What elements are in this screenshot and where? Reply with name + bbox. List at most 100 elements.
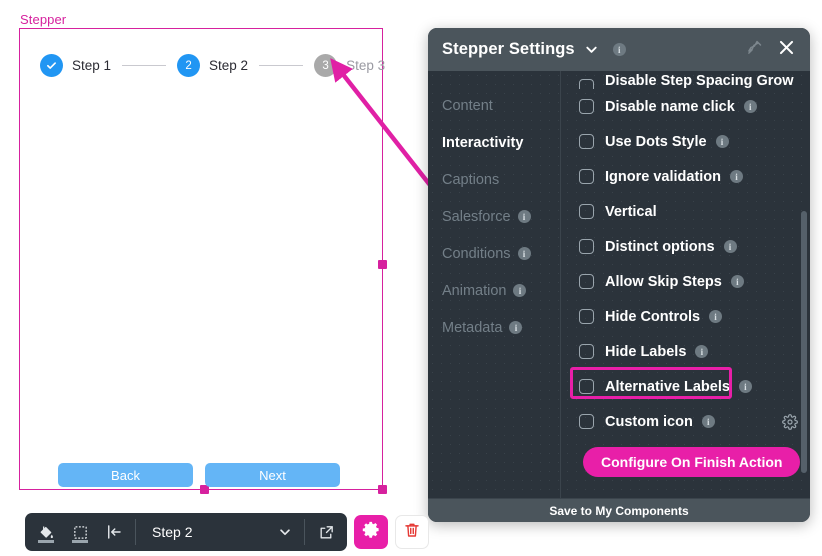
panel-nav-item-content[interactable]: Content xyxy=(428,87,560,124)
chevron-down-icon[interactable] xyxy=(278,525,292,539)
configure-on-finish-action-button[interactable]: Configure On Finish Action xyxy=(583,447,801,477)
selection-handle-bottom-right[interactable] xyxy=(378,485,387,494)
option-row-disable-step-spacing-grow[interactable]: Disable Step Spacing Grow xyxy=(579,71,798,89)
stepper-step-2[interactable]: 2 Step 2 xyxy=(177,54,248,77)
panel-header: Stepper Settings i xyxy=(428,28,810,71)
panel-scrollbar-thumb[interactable] xyxy=(801,211,807,473)
info-icon[interactable]: i xyxy=(612,43,626,56)
panel-title: Stepper Settings xyxy=(442,40,575,58)
checkbox-icon[interactable] xyxy=(579,204,594,219)
checkbox-icon[interactable] xyxy=(579,99,594,114)
option-row-vertical[interactable]: Vertical xyxy=(579,194,798,229)
step-select-dropdown[interactable]: Step 2 xyxy=(140,515,300,549)
step-2-label: Step 2 xyxy=(209,58,249,73)
step-connector-2 xyxy=(259,65,304,66)
options-scroll-container: Disable Step Spacing Grow Disable name c… xyxy=(570,71,801,477)
stepper-step-3[interactable]: 3 Step 3 xyxy=(314,54,385,77)
checkbox-icon[interactable] xyxy=(579,134,594,149)
info-icon[interactable]: i xyxy=(730,170,744,183)
info-icon[interactable]: i xyxy=(730,275,744,288)
checkbox-icon[interactable] xyxy=(579,414,594,429)
border-color-swatch[interactable] xyxy=(72,540,88,543)
option-row-hide-labels[interactable]: Hide Labels i xyxy=(579,334,798,369)
open-external-icon[interactable] xyxy=(309,515,343,549)
info-icon[interactable]: i xyxy=(517,247,531,260)
align-left-icon[interactable] xyxy=(97,515,131,549)
close-icon[interactable] xyxy=(777,38,796,62)
option-row-hide-controls[interactable]: Hide Controls i xyxy=(579,299,798,334)
option-row-ignore-validation[interactable]: Ignore validation i xyxy=(579,159,798,194)
info-icon[interactable]: i xyxy=(715,135,729,148)
info-icon[interactable]: i xyxy=(709,310,723,323)
panel-nav-label: Interactivity xyxy=(442,134,524,151)
option-row-disable-name-click[interactable]: Disable name click i xyxy=(579,89,798,124)
option-label: Distinct options xyxy=(605,238,715,255)
panel-nav-item-interactivity[interactable]: Interactivity xyxy=(428,124,560,161)
step-2-circle[interactable]: 2 xyxy=(177,54,201,77)
step-1-circle[interactable] xyxy=(40,54,63,77)
option-label: Ignore validation xyxy=(605,168,722,185)
option-row-distinct-options[interactable]: Distinct options i xyxy=(579,229,798,264)
panel-nav-item-metadata[interactable]: Metadata i xyxy=(428,309,560,346)
fill-color-swatch[interactable] xyxy=(38,540,54,543)
panel-scrollbar[interactable] xyxy=(801,71,807,498)
panel-header-actions xyxy=(746,38,796,62)
stepper-nav-buttons: Back Next xyxy=(58,463,340,487)
step-3-circle[interactable]: 3 xyxy=(314,54,338,77)
panel-nav-label: Animation xyxy=(442,282,507,299)
stepper-step-1[interactable]: Step 1 xyxy=(40,54,111,77)
stepper-settings-panel: Stepper Settings i Content Interactivity… xyxy=(428,28,810,522)
panel-nav-item-captions[interactable]: Captions xyxy=(428,161,560,198)
gear-icon[interactable] xyxy=(782,413,798,430)
checkbox-icon[interactable] xyxy=(579,344,594,359)
step-select-value: Step 2 xyxy=(152,524,193,540)
panel-nav-item-salesforce[interactable]: Salesforce i xyxy=(428,198,560,235)
save-to-my-components-button[interactable]: Save to My Components xyxy=(549,504,688,518)
next-button[interactable]: Next xyxy=(205,463,340,487)
checkbox-icon[interactable] xyxy=(579,309,594,324)
info-icon[interactable]: i xyxy=(513,284,527,297)
option-row-allow-skip-steps[interactable]: Allow Skip Steps i xyxy=(579,264,798,299)
border-box-icon[interactable] xyxy=(63,515,97,549)
option-label: Disable Step Spacing Grow xyxy=(605,73,794,89)
panel-nav-label: Conditions xyxy=(442,245,511,262)
delete-component-button[interactable] xyxy=(395,515,429,549)
bottom-toolbar: Step 2 xyxy=(25,513,429,551)
info-icon[interactable]: i xyxy=(701,415,715,428)
option-row-alternative-labels[interactable]: Alternative Labels i xyxy=(570,367,798,404)
gear-icon xyxy=(362,520,381,544)
panel-nav-item-conditions[interactable]: Conditions i xyxy=(428,235,560,272)
info-icon[interactable]: i xyxy=(517,210,531,223)
info-icon[interactable]: i xyxy=(723,240,737,253)
chevron-down-icon[interactable] xyxy=(584,42,599,57)
info-icon[interactable]: i xyxy=(695,345,709,358)
pin-icon[interactable] xyxy=(746,39,763,61)
panel-nav-label: Content xyxy=(442,97,493,114)
checkbox-icon[interactable] xyxy=(579,239,594,254)
checkbox-icon[interactable] xyxy=(579,274,594,289)
option-row-custom-icon[interactable]: Custom icon i xyxy=(579,404,798,439)
paint-bucket-icon[interactable] xyxy=(29,515,63,549)
panel-nav-label: Metadata xyxy=(442,319,503,336)
option-label: Disable name click xyxy=(605,98,735,115)
checkbox-icon[interactable] xyxy=(579,79,594,89)
panel-options-list: Disable Step Spacing Grow Disable name c… xyxy=(561,71,810,498)
option-row-use-dots-style[interactable]: Use Dots Style i xyxy=(579,124,798,159)
checkbox-icon[interactable] xyxy=(579,169,594,184)
panel-nav-item-animation[interactable]: Animation i xyxy=(428,272,560,309)
info-icon[interactable]: i xyxy=(743,100,757,113)
back-button[interactable]: Back xyxy=(58,463,193,487)
option-label: Custom icon xyxy=(605,413,693,430)
step-3-label: Step 3 xyxy=(346,58,386,73)
info-icon[interactable]: i xyxy=(738,380,752,393)
selection-handle-right[interactable] xyxy=(378,260,387,269)
toolbar-divider xyxy=(135,519,136,545)
stepper-widget: Step 1 2 Step 2 3 Step 3 xyxy=(40,54,385,77)
component-selection-label: Stepper xyxy=(20,12,67,27)
checkbox-icon[interactable] xyxy=(579,379,594,394)
component-selection-box[interactable] xyxy=(19,28,383,490)
step-1-label: Step 1 xyxy=(72,58,112,73)
component-settings-button[interactable] xyxy=(354,515,388,549)
info-icon[interactable]: i xyxy=(509,321,523,334)
option-label: Vertical xyxy=(605,203,657,220)
